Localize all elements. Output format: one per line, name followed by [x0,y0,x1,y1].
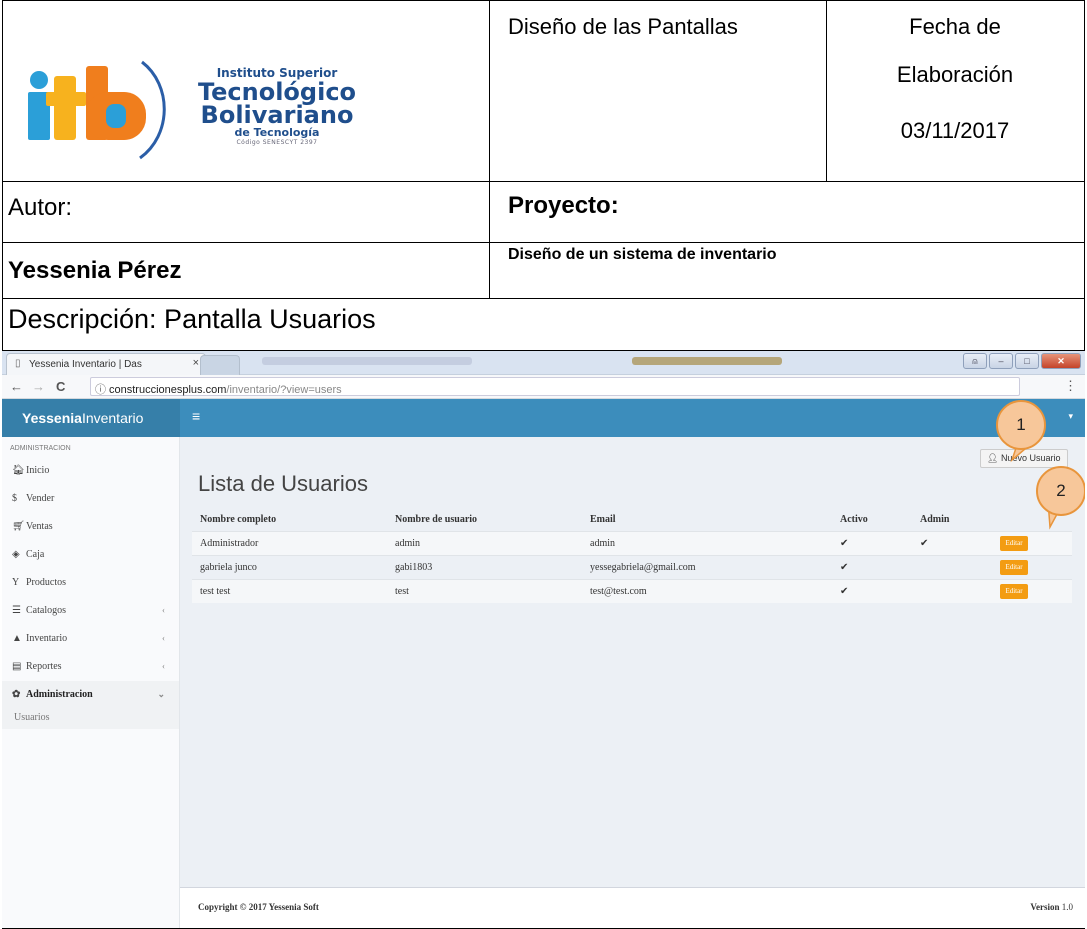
author-label: Autor: [8,194,73,221]
date-value: 03/11/2017 [900,118,1010,143]
project-label: Proyecto: [508,192,619,219]
description: Descripción: Pantalla Usuarios [8,304,376,334]
document-page: Instituto Superior Tecnológico Bolivaria… [0,0,1087,929]
table-border-row3 [2,298,1085,299]
date-label-2: Elaboración [896,62,1014,87]
callout-pointers [1010,434,1064,530]
itb-logo: Instituto Superior Tecnológico Bolivaria… [22,40,362,170]
table-border-row1 [2,181,1085,182]
logo-line3: Bolivariano [200,101,354,129]
logo-line5: Código SENESCYT 2397 [236,139,318,146]
table-border-top [2,0,1085,1]
project-name: Diseño de un sistema de inventario [508,246,777,263]
author-name: Yessenia Pérez [8,257,182,284]
date-label-1: Fecha de [909,14,1001,39]
table-border-col1 [489,0,490,298]
callout-2: 2 [1036,466,1085,516]
table-border-row2 [2,242,1085,243]
callout-1: 1 [996,400,1046,450]
app-screenshot: ▯ Yessenia Inventario | Das × ⍝ – □ ✕ ← … [2,351,1085,928]
design-title: Diseño de las Pantallas [508,14,738,39]
